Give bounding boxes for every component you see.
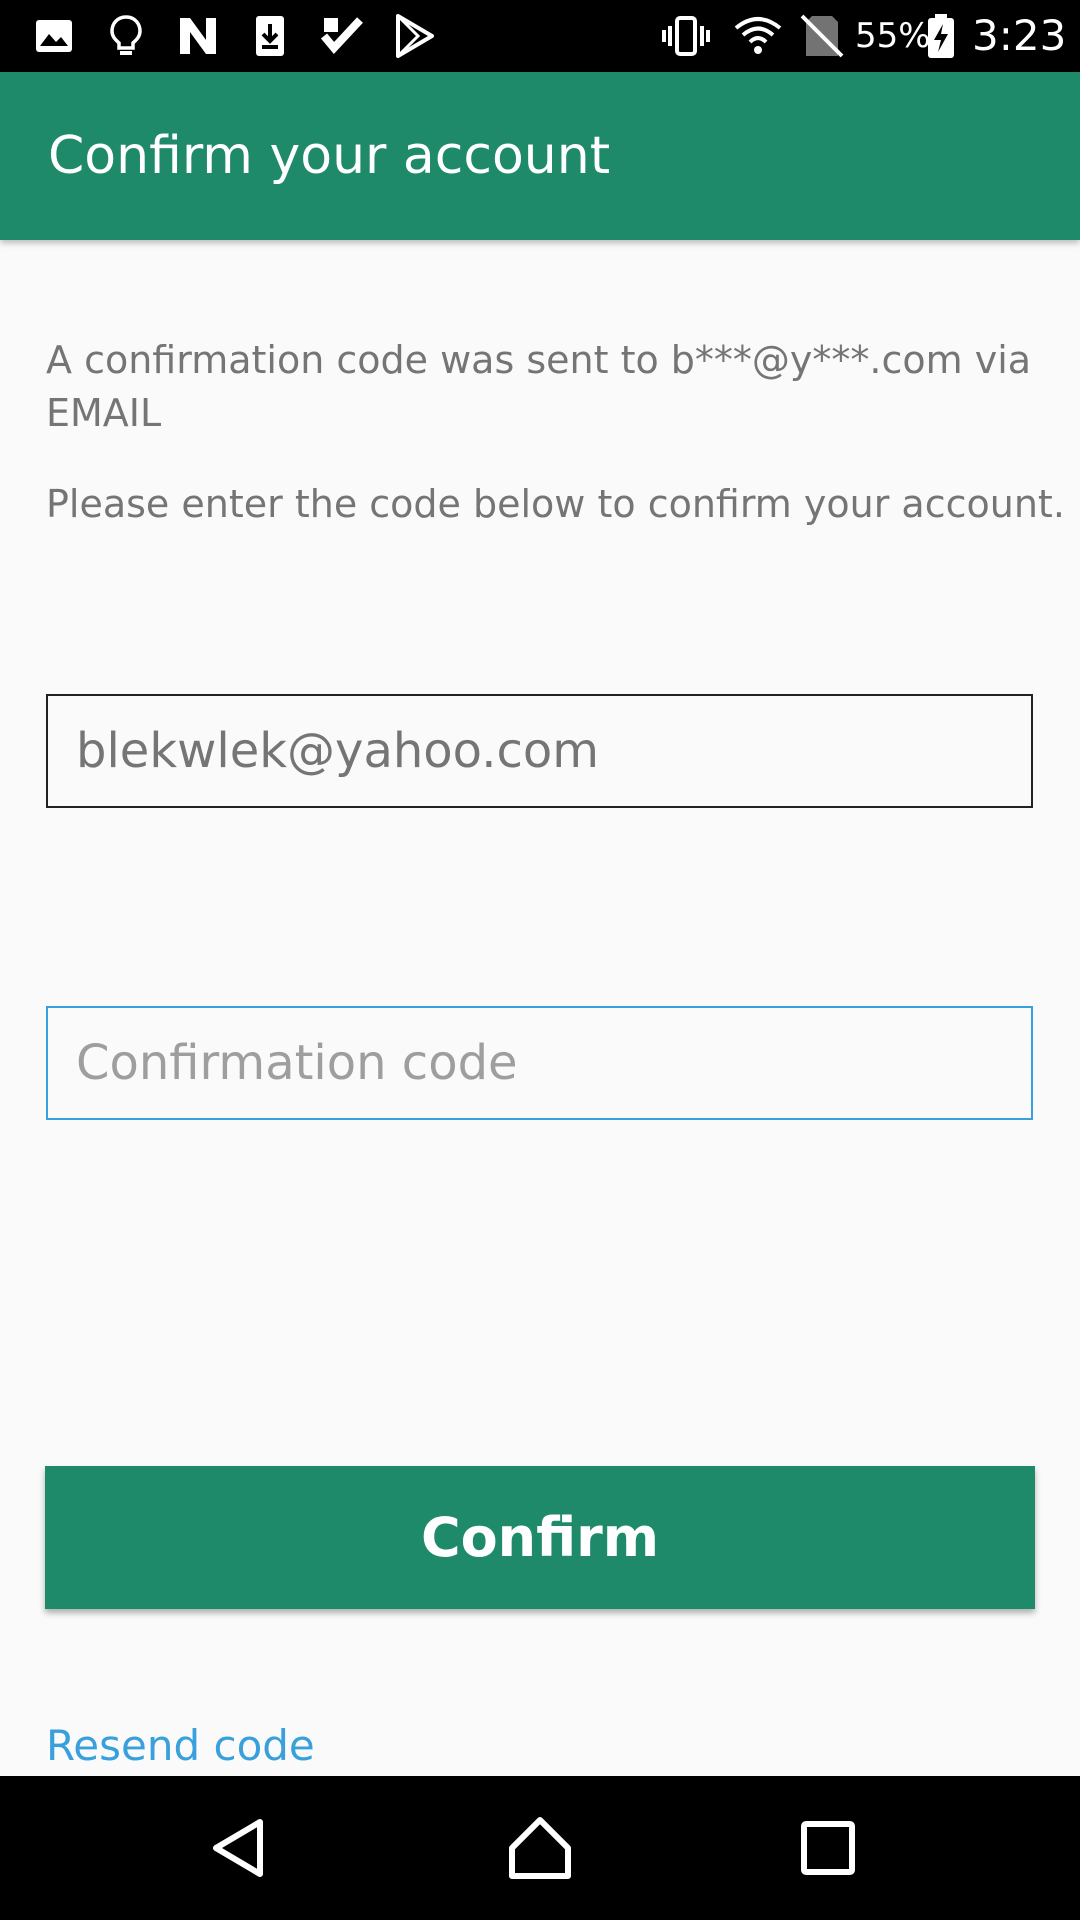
email-field[interactable]: blekwlek@yahoo.com xyxy=(46,694,1033,808)
checkmark-app-icon xyxy=(318,12,366,60)
play-store-icon xyxy=(390,12,438,60)
no-sim-icon xyxy=(798,12,846,60)
instruction-text: Please enter the code below to confirm y… xyxy=(46,482,1065,526)
home-icon[interactable] xyxy=(504,1812,576,1884)
vibrate-icon xyxy=(662,12,710,60)
wifi-icon xyxy=(734,12,782,60)
gallery-icon xyxy=(30,12,78,60)
confirmation-code-input[interactable] xyxy=(46,1006,1033,1120)
back-icon[interactable] xyxy=(204,1812,276,1884)
n-app-icon xyxy=(174,12,222,60)
lightbulb-icon xyxy=(102,12,150,60)
confirm-button[interactable]: Confirm xyxy=(45,1466,1035,1609)
navigation-bar xyxy=(0,1776,1080,1920)
battery-percent: 55% xyxy=(855,16,931,56)
clock: 3:23 xyxy=(972,11,1067,60)
status-bar: 55% 3:23 xyxy=(0,0,1080,72)
recents-icon[interactable] xyxy=(792,1812,864,1884)
battery-charging-icon xyxy=(924,12,958,60)
sent-message: A confirmation code was sent to b***@y**… xyxy=(46,338,1032,435)
resend-code-link[interactable]: Resend code xyxy=(46,1718,315,1774)
page-title: Confirm your account xyxy=(48,126,611,186)
download-icon xyxy=(246,12,294,60)
app-bar: Confirm your account xyxy=(0,72,1080,240)
